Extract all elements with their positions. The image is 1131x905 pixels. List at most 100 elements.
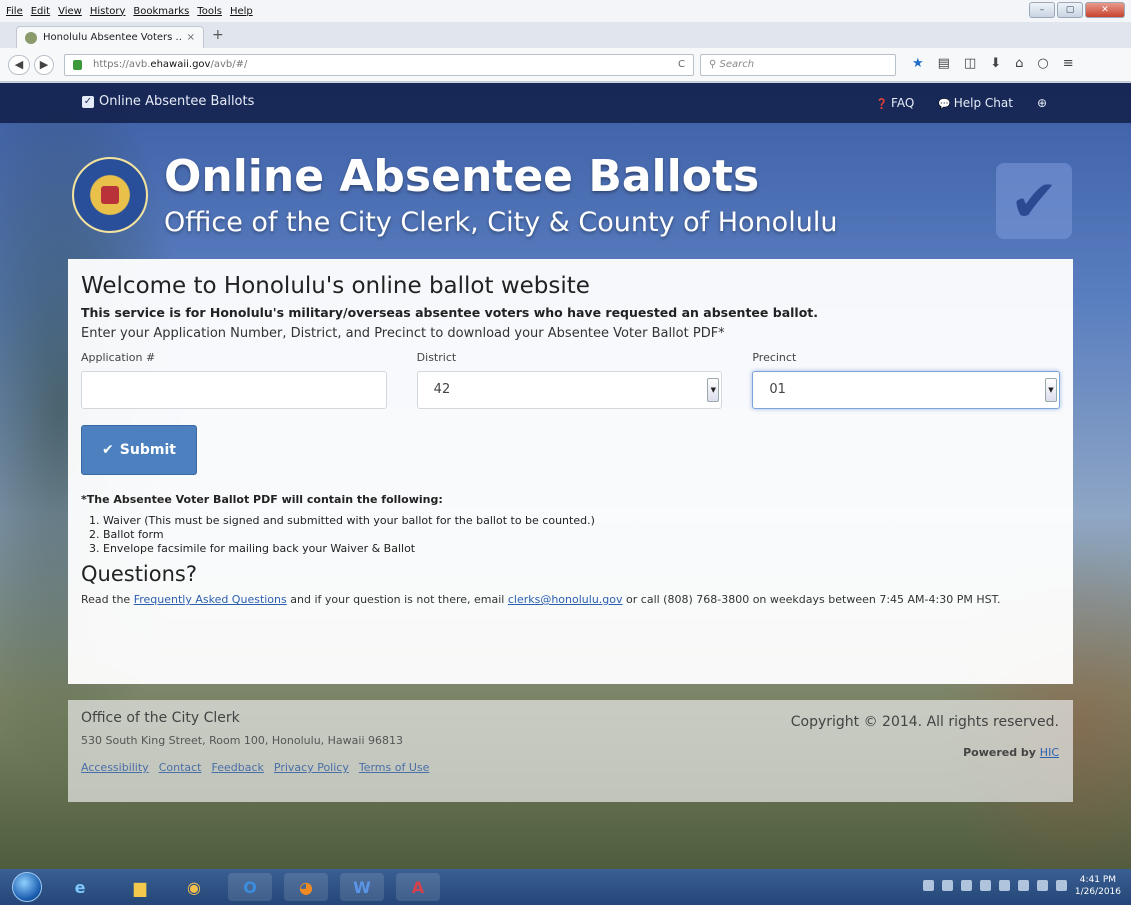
- district-select[interactable]: 42 ▼: [416, 371, 723, 409]
- footer-link-accessibility[interactable]: Accessibility: [81, 761, 149, 774]
- menu-bar: File Edit View History Bookmarks Tools H…: [0, 0, 1131, 22]
- footer-links: Accessibility Contact Feedback Privacy P…: [81, 761, 1060, 774]
- access-icon[interactable]: A: [396, 873, 440, 901]
- menu-tools[interactable]: Tools: [197, 6, 222, 17]
- submit-button[interactable]: ✔ Submit: [81, 425, 197, 475]
- start-button-icon[interactable]: [12, 872, 42, 902]
- new-tab-button[interactable]: +: [212, 27, 224, 43]
- close-window-icon[interactable]: ✕: [1085, 2, 1125, 18]
- firefox-icon[interactable]: ◕: [284, 873, 328, 901]
- forward-button[interactable]: ▶: [34, 55, 54, 75]
- footer-copyright: Copyright © 2014. All rights reserved.: [790, 714, 1059, 730]
- faq-page-link[interactable]: Frequently Asked Questions: [134, 593, 287, 606]
- checkmark-icon: ✔: [102, 442, 114, 458]
- browser-search-input[interactable]: ⚲ Search: [700, 54, 896, 76]
- precinct-dropdown-arrow-icon[interactable]: ▼: [1044, 378, 1057, 402]
- site-favicon-icon: [25, 31, 37, 44]
- instructions: Enter your Application Number, District,…: [81, 326, 725, 341]
- minimize-icon[interactable]: –: [1029, 2, 1055, 18]
- tray-icon[interactable]: [980, 880, 991, 891]
- submit-label: Submit: [119, 442, 176, 458]
- window-controls: – ▢ ✕: [1029, 2, 1125, 18]
- pdf-contents-list: Waiver (This must be signed and submitte…: [81, 514, 1060, 556]
- bookmark-star-icon[interactable]: ★: [912, 56, 924, 71]
- precinct-field-group: Precinct 01 ▼: [752, 351, 1060, 409]
- brand-text: Online Absentee Ballots: [99, 94, 255, 109]
- browser-tools: ★ ▤ ◫ ⬇ ⌂ ○ ≡: [912, 56, 1074, 71]
- question-icon: ❓: [875, 99, 889, 110]
- chat-bubble-icon: 💬: [938, 99, 951, 110]
- site-nav-links: ❓ FAQ 💬 Help Chat ⊕: [876, 96, 1047, 110]
- menu-bookmarks[interactable]: Bookmarks: [133, 6, 189, 17]
- chat-icon[interactable]: ○: [1037, 56, 1048, 71]
- faq-link[interactable]: ❓ FAQ: [876, 96, 915, 110]
- application-label: Application #: [81, 351, 156, 364]
- page-heading: Welcome to Honolulu's online ballot webs…: [81, 273, 590, 299]
- menu-help[interactable]: Help: [230, 6, 253, 17]
- city-seal-logo: [72, 157, 148, 233]
- tab-honolulu-absentee[interactable]: Honolulu Absentee Voters ... ×: [16, 26, 204, 48]
- help-chat-label: Help Chat: [953, 96, 1013, 110]
- checkbox-icon: ✓: [82, 95, 94, 108]
- hero-subtitle: Office of the City Clerk, City & County …: [164, 207, 838, 238]
- file-explorer-icon[interactable]: ▆: [118, 873, 162, 901]
- os-taskbar: e ▆ ◉ O ◕ W A 4:41 PM 1/26/2016: [0, 869, 1131, 905]
- district-value: 42: [433, 382, 451, 397]
- chrome-icon[interactable]: ◉: [172, 873, 216, 901]
- tab-close-icon[interactable]: ×: [187, 32, 195, 43]
- pocket-icon[interactable]: ◫: [964, 56, 976, 71]
- bookmarks-list-icon[interactable]: ▤: [938, 56, 950, 71]
- tray-icon[interactable]: [923, 880, 934, 891]
- footer-link-contact[interactable]: Contact: [159, 761, 202, 774]
- tray-icon[interactable]: [999, 880, 1010, 891]
- internet-explorer-icon[interactable]: e: [58, 873, 102, 901]
- outlook-icon[interactable]: O: [228, 873, 272, 901]
- menu-edit[interactable]: Edit: [31, 6, 50, 17]
- district-dropdown-arrow-icon[interactable]: ▼: [707, 378, 720, 402]
- word-icon[interactable]: W: [340, 873, 384, 901]
- email-link[interactable]: clerks@honolulu.gov: [508, 593, 623, 606]
- footer-link-feedback[interactable]: Feedback: [211, 761, 263, 774]
- tray-icon[interactable]: [1018, 880, 1029, 891]
- pdf-contents-note: *The Absentee Voter Ballot PDF will cont…: [81, 493, 443, 506]
- application-field-group: Application #: [81, 351, 387, 409]
- service-description: This service is for Honolulu's military/…: [81, 305, 819, 320]
- downloads-icon[interactable]: ⬇: [990, 56, 1001, 71]
- application-number-input[interactable]: [81, 371, 387, 409]
- more-options-icon[interactable]: ⊕: [1037, 96, 1047, 110]
- reload-icon[interactable]: C: [678, 55, 685, 75]
- system-tray: [923, 880, 1067, 891]
- url-bar[interactable]: https://avb.ehawaii.gov/avb/#/ C: [64, 54, 694, 76]
- footer-address: 530 South King Street, Room 100, Honolul…: [81, 734, 404, 747]
- tray-icon[interactable]: [961, 880, 972, 891]
- help-chat-link[interactable]: 💬 Help Chat: [938, 96, 1013, 110]
- volume-icon[interactable]: [1056, 880, 1067, 891]
- nav-toolbar: ◀ ▶ https://avb.ehawaii.gov/avb/#/ C ⚲ S…: [0, 48, 1131, 82]
- footer-link-privacy[interactable]: Privacy Policy: [274, 761, 349, 774]
- menu-view[interactable]: View: [58, 6, 82, 17]
- home-icon[interactable]: ⌂: [1015, 56, 1023, 71]
- precinct-select[interactable]: 01 ▼: [752, 371, 1060, 409]
- footer-link-terms[interactable]: Terms of Use: [359, 761, 430, 774]
- tab-strip: Honolulu Absentee Voters ... × +: [0, 22, 1131, 48]
- site-brand-link[interactable]: ✓ Online Absentee Ballots: [82, 94, 254, 109]
- tab-title: Honolulu Absentee Voters ...: [43, 32, 181, 43]
- menu-history[interactable]: History: [90, 6, 126, 17]
- questions-suffix: or call (808) 768-3800 on weekdays betwe…: [622, 593, 1001, 606]
- district-label: District: [416, 351, 457, 364]
- clock-date: 1/26/2016: [1074, 887, 1121, 897]
- system-clock[interactable]: 4:41 PM 1/26/2016: [1075, 874, 1121, 898]
- main-panel: Welcome to Honolulu's online ballot webs…: [68, 259, 1073, 684]
- maximize-icon[interactable]: ▢: [1057, 2, 1083, 18]
- powered-by-link[interactable]: HIC: [1040, 746, 1059, 759]
- menu-file[interactable]: File: [6, 6, 23, 17]
- ballot-check-icon: ✔: [996, 163, 1072, 239]
- tray-icon[interactable]: [942, 880, 953, 891]
- site-navbar: ✓ Online Absentee Ballots ❓ FAQ 💬 Help Cha…: [0, 83, 1131, 123]
- hero-title: Online Absentee Ballots: [164, 151, 760, 202]
- list-item: Ballot form: [103, 528, 1060, 542]
- tray-icon[interactable]: [1037, 880, 1048, 891]
- hamburger-menu-icon[interactable]: ≡: [1063, 56, 1074, 71]
- back-button[interactable]: ◀: [8, 55, 30, 75]
- clock-time: 4:41 PM: [1079, 875, 1117, 885]
